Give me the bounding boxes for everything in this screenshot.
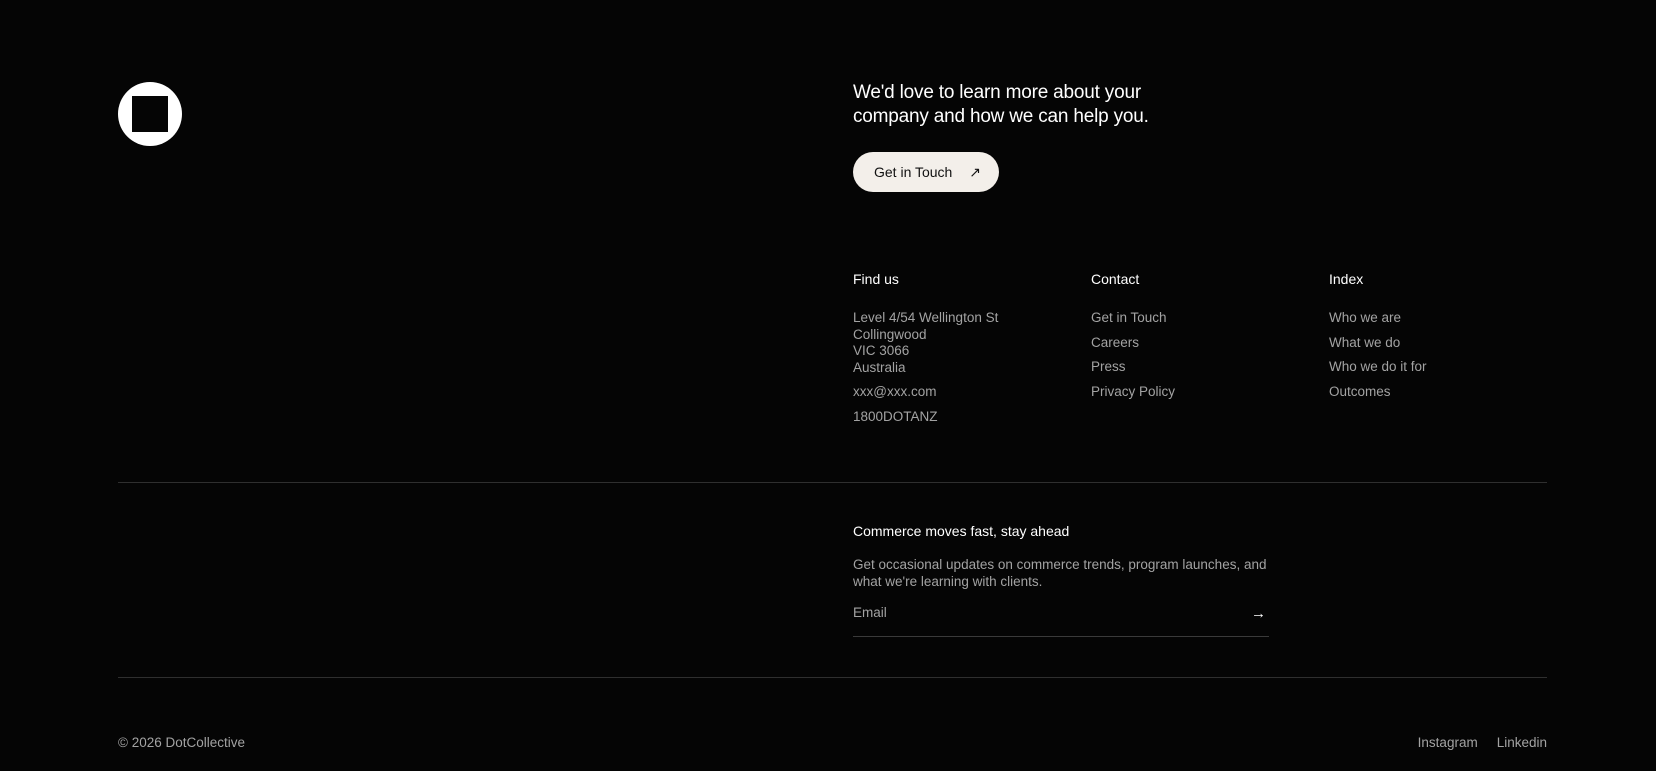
phone-link[interactable]: 1800DOTANZ xyxy=(853,409,998,426)
newsletter-title: Commerce moves fast, stay ahead xyxy=(853,523,1070,539)
cta-heading: We'd love to learn more about your compa… xyxy=(853,82,1149,127)
address-line: VIC 3066 xyxy=(853,343,910,358)
contact-link-privacy-policy[interactable]: Privacy Policy xyxy=(1091,384,1175,401)
contact-link-careers[interactable]: Careers xyxy=(1091,335,1175,352)
email-input[interactable] xyxy=(853,603,1213,620)
find-us-column: Find us Level 4/54 Wellington St Colling… xyxy=(853,270,998,433)
footer-divider xyxy=(118,677,1547,678)
email-submit-button[interactable]: → xyxy=(1251,606,1269,621)
logo-square-mark xyxy=(132,96,168,132)
address: Level 4/54 Wellington St Collingwood VIC… xyxy=(853,310,998,376)
contact-column: Contact Get in Touch Careers Press Priva… xyxy=(1091,270,1175,408)
index-column: Index Who we are What we do Who we do it… xyxy=(1329,270,1427,408)
index-link-who-we-are[interactable]: Who we are xyxy=(1329,310,1427,327)
copyright-text: © 2026 DotCollective xyxy=(118,735,246,750)
arrow-right-icon: → xyxy=(1251,605,1266,622)
address-line: Level 4/54 Wellington St xyxy=(853,310,999,325)
address-line: Australia xyxy=(853,359,906,375)
contact-title: Contact xyxy=(1091,271,1140,287)
index-link-who-we-do-it-for[interactable]: Who we do it for xyxy=(1329,359,1427,376)
index-link-outcomes[interactable]: Outcomes xyxy=(1329,384,1427,401)
arrow-up-right-icon: ↗ xyxy=(969,164,981,180)
find-us-title: Find us xyxy=(853,271,899,287)
brand-logo[interactable] xyxy=(118,82,182,146)
newsletter-description: Get occasional updates on commerce trend… xyxy=(853,557,1267,589)
index-title: Index xyxy=(1329,271,1364,287)
social-link-instagram[interactable]: Instagram xyxy=(1418,734,1478,751)
address-line: Collingwood xyxy=(853,326,927,342)
social-link-linkedin[interactable]: Linkedin xyxy=(1497,734,1547,751)
get-in-touch-button-label: Get in Touch xyxy=(874,164,953,180)
section-divider xyxy=(118,482,1547,483)
contact-link-get-in-touch[interactable]: Get in Touch xyxy=(1091,310,1175,327)
email-link[interactable]: xxx@xxx.com xyxy=(853,384,998,401)
social-links: Instagram Linkedin xyxy=(1418,734,1547,751)
newsletter-form: → xyxy=(853,603,1269,637)
index-link-what-we-do[interactable]: What we do xyxy=(1329,335,1427,352)
contact-link-press[interactable]: Press xyxy=(1091,359,1175,376)
get-in-touch-button[interactable]: Get in Touch ↗ xyxy=(853,152,999,192)
